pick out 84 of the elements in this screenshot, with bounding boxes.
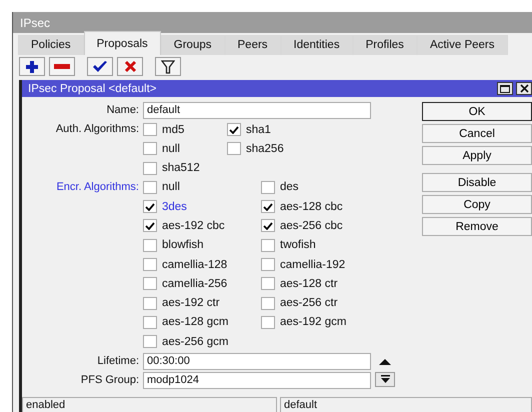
enable-button[interactable] bbox=[87, 57, 113, 76]
checkbox[interactable] bbox=[261, 238, 275, 252]
status-bar-cell: default bbox=[280, 397, 532, 412]
dropdown-button[interactable] bbox=[375, 372, 395, 387]
option-label: aes-128 gcm bbox=[162, 316, 228, 328]
option-label: md5 bbox=[162, 124, 184, 136]
checkbox[interactable] bbox=[143, 316, 157, 329]
option-label: aes-256 gcm bbox=[162, 336, 228, 348]
cross-icon bbox=[124, 60, 136, 73]
checkbox[interactable] bbox=[143, 277, 157, 290]
filter-button[interactable] bbox=[155, 57, 181, 76]
option-label: aes-128 ctr bbox=[280, 278, 338, 290]
status-bar-cell: enabled bbox=[22, 397, 277, 412]
option-label: aes-256 cbc bbox=[280, 220, 343, 232]
field-label: PFS Group: bbox=[80, 372, 140, 388]
checkbox[interactable] bbox=[143, 335, 157, 348]
option-label: sha256 bbox=[246, 142, 284, 155]
field-label: Name: bbox=[106, 103, 140, 118]
option-label: camellia-192 bbox=[280, 258, 346, 271]
dialog-button[interactable]: Remove bbox=[422, 217, 532, 236]
collapse-arrow-icon[interactable] bbox=[379, 359, 391, 366]
maximize-icon[interactable] bbox=[497, 82, 513, 95]
checkbox[interactable] bbox=[261, 296, 275, 310]
filter-icon bbox=[161, 60, 175, 74]
checkbox[interactable] bbox=[227, 123, 241, 136]
option-label: aes-192 gcm bbox=[280, 316, 346, 328]
remove-button[interactable] bbox=[49, 57, 75, 76]
dialog-button[interactable]: OK bbox=[422, 102, 532, 121]
checkbox[interactable] bbox=[261, 258, 275, 272]
tab[interactable]: Profiles bbox=[352, 35, 417, 55]
option-label: aes-192 cbc bbox=[162, 220, 225, 232]
option-label: 3des bbox=[162, 200, 187, 213]
field-label: Encr. Algorithms: bbox=[55, 180, 140, 195]
checkbox[interactable] bbox=[261, 277, 275, 290]
option-label: null bbox=[162, 181, 180, 194]
option-label: null bbox=[162, 142, 180, 155]
disable-button[interactable] bbox=[117, 57, 143, 76]
tab[interactable]: Identities bbox=[280, 35, 353, 55]
option-label: twofish bbox=[280, 239, 316, 252]
option-label: sha1 bbox=[246, 124, 271, 136]
checkbox[interactable] bbox=[227, 142, 241, 156]
checkbox[interactable] bbox=[143, 238, 157, 252]
checkbox[interactable] bbox=[261, 180, 275, 194]
minus-icon bbox=[54, 64, 70, 69]
tab[interactable]: Active Peers bbox=[416, 35, 508, 55]
pfs-group-field[interactable]: modp1024 bbox=[143, 372, 371, 389]
lifetime-field[interactable]: 00:30:00 bbox=[143, 352, 371, 370]
field-label: Auth. Algorithms: bbox=[54, 122, 140, 137]
option-label: aes-256 ctr bbox=[280, 297, 338, 310]
tab[interactable]: Peers bbox=[224, 35, 281, 55]
tab[interactable]: Policies bbox=[18, 35, 84, 55]
checkbox[interactable] bbox=[143, 219, 157, 232]
field-label: Lifetime: bbox=[96, 354, 140, 369]
dialog-button[interactable]: Cancel bbox=[422, 124, 532, 143]
plus-icon bbox=[25, 60, 39, 74]
dialog-button[interactable]: Apply bbox=[422, 146, 532, 165]
option-label: aes-128 cbc bbox=[280, 200, 343, 213]
checkbox[interactable] bbox=[143, 162, 157, 175]
option-label: des bbox=[280, 181, 299, 194]
option-label: camellia-256 bbox=[162, 278, 228, 290]
checkbox[interactable] bbox=[261, 219, 275, 232]
checkbox[interactable] bbox=[143, 180, 157, 194]
dialog-button[interactable]: Disable bbox=[422, 173, 532, 192]
close-icon[interactable] bbox=[516, 82, 532, 95]
dialog-title: IPsec Proposal <default> bbox=[28, 82, 156, 94]
checkbox[interactable] bbox=[261, 316, 275, 329]
checkbox[interactable] bbox=[143, 142, 157, 156]
dialog-button[interactable]: Copy bbox=[422, 195, 532, 214]
option-label: camellia-128 bbox=[162, 258, 228, 271]
checkbox[interactable] bbox=[261, 200, 275, 214]
option-label: sha512 bbox=[162, 162, 200, 174]
tab[interactable]: Proposals bbox=[84, 31, 161, 55]
checkbox[interactable] bbox=[143, 296, 157, 310]
add-button[interactable] bbox=[19, 57, 45, 76]
window-title-bar: IPsec bbox=[13, 12, 532, 33]
option-label: blowfish bbox=[162, 239, 204, 252]
checkmark-icon bbox=[92, 60, 108, 72]
checkbox[interactable] bbox=[143, 200, 157, 214]
tab[interactable]: Groups bbox=[160, 35, 224, 55]
option-label: aes-192 ctr bbox=[162, 297, 220, 310]
checkbox[interactable] bbox=[143, 258, 157, 272]
checkbox[interactable] bbox=[143, 123, 157, 136]
name-field[interactable]: default bbox=[143, 102, 371, 119]
dropdown-arrow-icon bbox=[380, 374, 390, 384]
